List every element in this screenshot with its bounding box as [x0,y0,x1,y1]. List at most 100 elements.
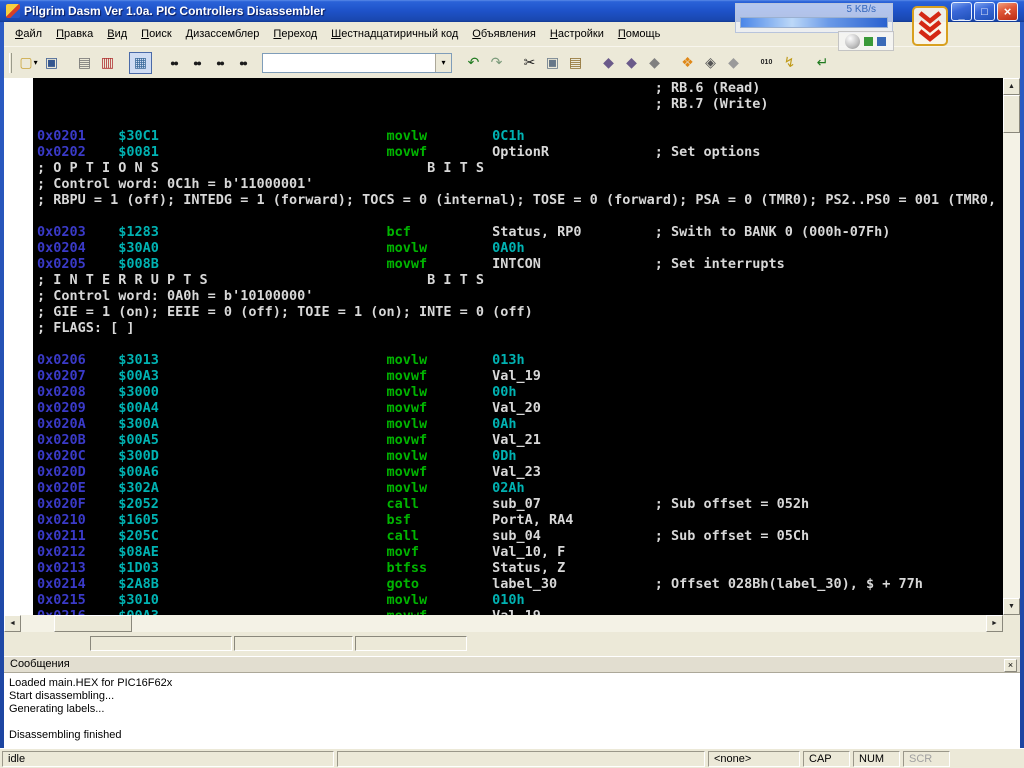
mini-blue-icon[interactable] [877,37,886,46]
message-item: Loaded main.HEX for PIC16F62x [9,677,1020,690]
code-token: $3000 [118,384,159,400]
copy-button[interactable]: ▣ [541,52,564,74]
find-all-button[interactable]: ●● [231,52,254,74]
download-dropzone-icon[interactable] [912,6,948,46]
status-scroll: SCR [903,751,950,767]
code-token: 0x0209 [37,400,86,416]
app-icon[interactable] [6,4,20,18]
bookmark-2-button[interactable]: ◆ [620,52,643,74]
code-line: 0x020F$2052callsub_07; Sub offset = 052h [37,496,1003,512]
maximize-button[interactable]: □ [974,2,995,21]
code-token: $0081 [118,144,159,160]
combobox-text[interactable] [263,54,435,72]
vertical-scrollbar[interactable]: ▲ ▼ [1003,78,1020,615]
menu-item-file[interactable]: Файл [8,25,49,43]
paste-button[interactable]: ▤ [564,52,587,74]
code-token: 013h [492,352,525,368]
code-token: bsf [386,512,410,528]
redo-button[interactable]: ↷ [485,52,508,74]
dock-panel [355,636,467,651]
code-token: ; Control word: 0A0h = b'10100000' [37,288,313,304]
code-line: ; FLAGS: [ ] [37,320,1003,336]
marker-1-button[interactable]: ◈ [699,52,722,74]
netspeed-label: 5 KB/s [847,4,876,15]
code-token: movwf [386,256,427,272]
code-token: movlw [386,384,427,400]
status-format: <none> [708,751,800,767]
close-button[interactable]: × [997,2,1018,21]
navigate-button[interactable]: ❖ [676,52,699,74]
scroll-up-button[interactable]: ▲ [1003,78,1020,95]
mini-green-icon[interactable] [864,37,873,46]
menu-item-declarations[interactable]: Объявления [465,25,543,43]
menu-item-view[interactable]: Вид [100,25,134,43]
undo-button[interactable]: ↶ [462,52,485,74]
pen-spark-icon: ↯ [784,54,796,71]
monitor-icon: ▦ [134,54,147,71]
code-line: 0x0212$08AEmovfVal_10, F [37,544,1003,560]
message-item: Generating labels... [9,703,1020,716]
code-token: movlw [386,352,427,368]
binary-view-button[interactable]: 010 [755,52,778,74]
help-button[interactable]: ▥ [96,52,119,74]
find-button[interactable]: ●● [162,52,185,74]
netspeed-overlay[interactable]: 5 KB/s [735,3,893,33]
code-line: 0x0215$3010movlw010h [37,592,1003,608]
horizontal-scroll-thumb[interactable] [54,615,132,632]
menu-item-hex-code[interactable]: Шестнадцатиричный код [324,25,465,43]
save-button[interactable]: ▣ [40,52,63,74]
dock-panel [234,636,353,651]
menu-item-search[interactable]: Поиск [134,25,178,43]
code-token: movf [386,544,419,560]
scroll-left-button[interactable]: ◄ [4,615,21,632]
diamond-icon: ◆ [626,54,637,71]
code-token: ; Set options [655,144,761,160]
code-token: Val_23 [492,464,541,480]
address-combobox[interactable]: ▾ [262,53,452,73]
minimize-button[interactable]: _ [951,2,972,21]
code-token: ; RBPU = 1 (off); INTEDG = 1 (forward); … [37,192,1003,208]
bookmark-1-button[interactable]: ◆ [597,52,620,74]
horizontal-scrollbar[interactable]: ◄ ► [4,615,1003,632]
print-button[interactable]: ▤ [73,52,96,74]
menu-item-settings[interactable]: Настройки [543,25,611,43]
copy-icon: ▣ [546,54,559,71]
find-next-button[interactable]: ●● [185,52,208,74]
scroll-right-button[interactable]: ► [986,615,1003,632]
messages-close-button[interactable]: × [1004,659,1017,672]
code-token: Val_10, F [492,544,565,560]
disassembly-listing[interactable]: ; RB.6 (Read); RB.7 (Write)0x0201$30C1mo… [33,78,1003,615]
diamond-icon: ◆ [728,54,739,71]
patch-button[interactable]: ↯ [778,52,801,74]
menu-item-edit[interactable]: Правка [49,25,100,43]
code-line: 0x0208$3000movlw00h [37,384,1003,400]
code-token: movlw [386,416,427,432]
marker-2-button[interactable]: ◆ [722,52,745,74]
code-token: $008B [118,256,159,272]
screen-button[interactable]: ▦ [129,52,152,74]
code-token: movlw [386,128,427,144]
code-token: 00h [492,384,516,400]
code-line: 0x0209$00A4movwfVal_20 [37,400,1003,416]
close-icon: × [1004,4,1012,19]
open-button[interactable]: ▢▾ [17,52,40,74]
cut-button[interactable]: ✂ [518,52,541,74]
code-line [37,112,1003,128]
netspeed-subpanel [838,31,894,51]
menu-item-disassembler[interactable]: Дизассемблер [179,25,267,43]
vertical-scroll-thumb[interactable] [1003,95,1020,133]
code-token: $1605 [118,512,159,528]
combobox-dropdown-icon[interactable]: ▾ [435,54,451,72]
up-arrow-icon: ▲ [1008,83,1015,90]
scroll-down-button[interactable]: ▼ [1003,598,1020,615]
find-prev-button[interactable]: ●● [208,52,231,74]
menu-item-help[interactable]: Помощь [611,25,668,43]
menu-item-goto[interactable]: Переход [266,25,324,43]
left-arrow-icon: ◄ [9,620,16,627]
code-line: ; I N T E R R U P T SB I T S [37,272,1003,288]
goto-entry-button[interactable]: ↵ [811,52,834,74]
bookmark-3-button[interactable]: ◆ [643,52,666,74]
code-token: ; FLAGS: [ ] [37,320,135,336]
toolbar-grip[interactable] [9,53,12,73]
printer-icon: ▤ [78,54,91,71]
